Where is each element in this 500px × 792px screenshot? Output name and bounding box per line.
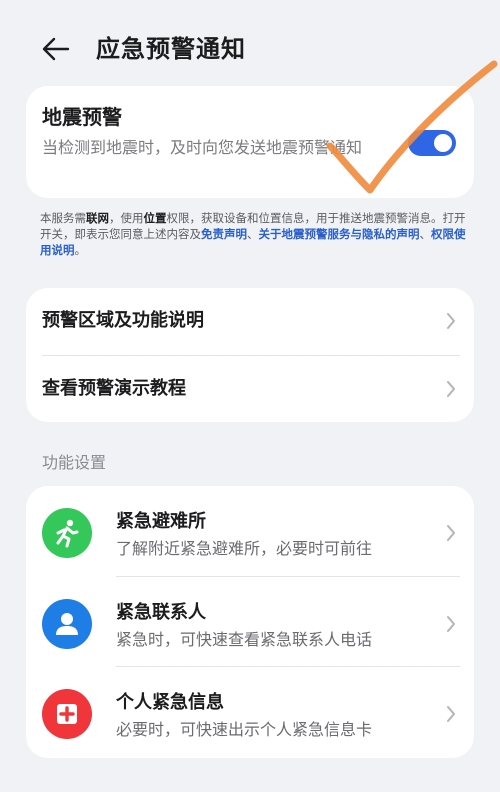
chevron-right-icon: [447, 313, 455, 329]
disclaimer-link[interactable]: 免责声明: [201, 227, 247, 241]
earthquake-warning-desc: 当检测到地震时，及时向您发送地震预警通知: [42, 138, 363, 157]
back-arrow-icon: [42, 37, 70, 61]
feature-title: 紧急联系人: [116, 602, 206, 623]
feature-emergency-shelter[interactable]: 紧急避难所 了解附近紧急避难所，必要时可前往: [26, 486, 474, 576]
app-header: 应急预警通知: [0, 0, 500, 96]
feature-emergency-contact[interactable]: 紧急联系人 紧急时，可快速查看紧急联系人电话: [26, 577, 474, 667]
chevron-right-icon: [447, 525, 455, 541]
chevron-right-icon: [447, 706, 455, 722]
running-person-icon: [42, 508, 92, 558]
privacy-statement-link[interactable]: 关于地震预警服务与隐私的声明: [259, 227, 420, 241]
feature-title: 紧急避难所: [116, 511, 206, 532]
notice-separator: 、: [419, 227, 432, 241]
toggle-knob: [434, 134, 452, 152]
medical-cross-icon: [42, 689, 92, 739]
feature-title: 个人紧急信息: [116, 692, 224, 713]
notice-separator: 、: [247, 227, 259, 241]
notice-text: 。: [74, 243, 87, 257]
earthquake-warning-toggle[interactable]: [408, 130, 456, 156]
back-button[interactable]: [38, 30, 76, 68]
feature-desc: 紧急时，可快速查看紧急联系人电话: [116, 630, 373, 649]
nav-item-label: 查看预警演示教程: [42, 378, 186, 399]
notice-bold-network: 联网: [86, 211, 109, 225]
nav-item-warning-area[interactable]: 预警区域及功能说明: [26, 288, 474, 354]
earthquake-warning-title: 地震预警: [42, 105, 122, 129]
feature-desc: 了解附近紧急避难所，必要时可前往: [116, 539, 373, 558]
section-title-function-settings: 功能设置: [42, 453, 107, 472]
person-icon: [42, 599, 92, 649]
feature-personal-emergency-info[interactable]: 个人紧急信息 必要时，可快速出示个人紧急信息卡: [26, 667, 474, 757]
earthquake-warning-card: 地震预警 当检测到地震时，及时向您发送地震预警通知: [26, 86, 474, 198]
nav-item-demo-tutorial[interactable]: 查看预警演示教程: [26, 356, 474, 422]
chevron-right-icon: [447, 616, 455, 632]
notice-text: 本服务需: [40, 211, 86, 225]
info-nav-card: 预警区域及功能说明 查看预警演示教程: [26, 288, 474, 422]
feature-desc: 必要时，可快速出示个人紧急信息卡: [116, 720, 373, 739]
notice-bold-location: 位置: [143, 211, 167, 225]
page-title: 应急预警通知: [96, 35, 246, 63]
nav-item-label: 预警区域及功能说明: [42, 310, 204, 331]
function-settings-card: 紧急避难所 了解附近紧急避难所，必要时可前往 紧急联系人 紧急时，可快速查看紧急…: [26, 486, 474, 758]
service-notice: 本服务需联网，使用位置权限，获取设备和位置信息，用于推送地震预警消息。打开开关，…: [40, 210, 466, 258]
notice-text: ，使用: [109, 211, 144, 225]
chevron-right-icon: [447, 381, 455, 397]
